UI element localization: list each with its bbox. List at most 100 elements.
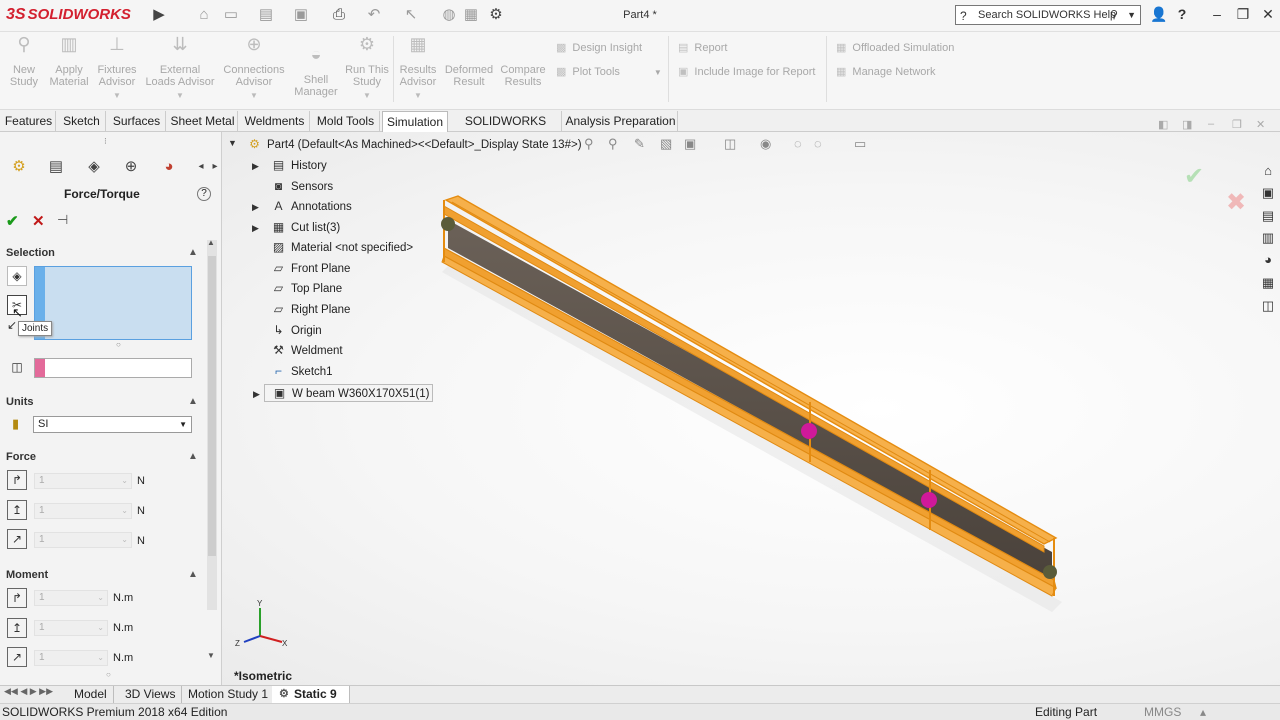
tab-static-9[interactable]: ⚙ Static 9 [272, 686, 350, 703]
tree-item-top-plane[interactable]: ▱ Top Plane [270, 280, 342, 298]
new-study-button[interactable]: ⚲ New Study [4, 35, 44, 88]
collapse-chevron-icon[interactable]: ▲ [188, 569, 198, 580]
deformed-result-button[interactable]: Deformed Result [442, 48, 496, 88]
confirm-cancel-icon[interactable]: ✖ [1226, 188, 1246, 217]
viewport-close-icon[interactable]: ✕ [1256, 118, 1265, 131]
tab-analysis-preparation[interactable]: Analysis Preparation [564, 111, 678, 131]
dropdown-arrow-icon[interactable]: ▼ [396, 90, 440, 102]
status-units[interactable]: MMGS [1144, 704, 1181, 720]
tree-item-material[interactable]: ▨ Material <not specified> [270, 239, 413, 257]
force-y-input[interactable]: 1 ⌄ [34, 503, 132, 519]
tab-sketch[interactable]: Sketch [58, 111, 106, 131]
search-dropdown-icon[interactable]: ▼ [1127, 6, 1136, 24]
graphics-area[interactable]: ⚲ ⚲ ✎ ▧ ▣ ◫ ◉ ◌ ◌ ▭ ◧ ◨ – ❐ ✕ ✔ ✖ ▼ ⚙ Par… [222, 118, 1280, 685]
moment-x-icon[interactable]: ↱ [7, 588, 27, 608]
moment-y-icon[interactable]: ↥ [7, 618, 27, 638]
scroll-thumb[interactable] [208, 256, 216, 556]
tab-model[interactable]: Model [68, 686, 114, 703]
joint-marker[interactable] [1043, 565, 1057, 579]
save-icon[interactable]: ▣ [292, 6, 310, 24]
tree-root-part[interactable]: ⚙ Part4 (Default<As Machined><<Default>_D… [246, 136, 581, 154]
direction-reference-field[interactable] [34, 358, 192, 378]
scroll-up-icon[interactable]: ▲ [207, 238, 215, 247]
expand-icon[interactable]: ▶ [252, 198, 259, 216]
options-gear-icon[interactable]: ⚙ [487, 6, 505, 24]
tab-nav-icons[interactable]: ◀◀ ◀ ▶ ▶▶ [4, 686, 53, 697]
restore-button[interactable]: ❐ [1233, 6, 1253, 23]
selection-list-box[interactable] [34, 266, 192, 340]
display-style-icon[interactable]: ◫ [724, 136, 736, 152]
apply-material-button[interactable]: ▥ Apply Material [46, 35, 92, 88]
dropdown-arrow-icon[interactable]: ▼ [654, 68, 662, 77]
dropdown-arrow-icon[interactable]: ▼ [222, 90, 286, 102]
report-button[interactable]: ▤ Report [678, 41, 727, 54]
tab-weldments[interactable]: Weldments [240, 111, 310, 131]
select-icon[interactable]: ↖ [402, 6, 420, 24]
new-document-icon[interactable]: ▭ [222, 6, 240, 24]
tree-item-sketch1[interactable]: ⌐ Sketch1 [270, 363, 333, 381]
feature-manager-tab-icon[interactable]: ⚙ [8, 156, 30, 178]
chevron-down-icon[interactable]: ⌄ [97, 651, 104, 665]
pushpin-icon[interactable]: ⊣ [57, 212, 68, 228]
tab-simulation[interactable]: Simulation [382, 111, 448, 132]
resize-handle[interactable]: ○ [106, 670, 111, 679]
tab-scroll-right-icon[interactable]: ▸ [204, 156, 226, 178]
section-view-icon[interactable]: ▧ [660, 136, 672, 152]
plot-tools-button[interactable]: ▩ Plot Tools ▼ [556, 65, 662, 78]
print-icon[interactable]: ⎙ [330, 6, 348, 24]
tree-item-annotations[interactable]: ▶ A Annotations [252, 198, 352, 216]
panel-right-icon[interactable]: ◨ [1182, 118, 1192, 131]
force-z-input[interactable]: 1 ⌄ [34, 532, 132, 548]
rebuild-icon[interactable]: ◍ [440, 6, 458, 24]
expand-icon[interactable]: ▶ [252, 219, 259, 237]
tree-item-weldment[interactable]: ⚒ Weldment [270, 342, 342, 360]
dropdown-arrow-icon[interactable]: ▼ [94, 90, 140, 102]
tab-surfaces[interactable]: Surfaces [108, 111, 166, 131]
tab-motion-study-1[interactable]: Motion Study 1 [182, 686, 276, 703]
force-z-icon[interactable]: ↗ [7, 529, 27, 549]
include-image-button[interactable]: ▣ Include Image for Report [678, 65, 815, 78]
tree-item-origin[interactable]: ↳ Origin [270, 322, 321, 340]
shell-manager-button[interactable]: ◒ Shell Manager [292, 45, 340, 98]
selection-faces-icon[interactable]: ◈ [7, 266, 27, 286]
dropdown-arrow-icon[interactable]: ▼ [344, 90, 390, 102]
chevron-down-icon[interactable]: ⌄ [121, 533, 128, 547]
expand-icon[interactable]: ▶ [252, 157, 259, 175]
tab-3d-views[interactable]: 3D Views [119, 686, 183, 703]
tab-features[interactable]: Features [2, 111, 56, 131]
view-orientation-icon[interactable]: ▣ [684, 136, 696, 152]
fixtures-advisor-button[interactable]: ⊥ Fixtures Advisor ▼ [94, 35, 140, 102]
tree-collapse-icon[interactable]: ▼ [228, 138, 237, 148]
open-icon[interactable]: ▤ [257, 6, 275, 24]
collapse-chevron-icon[interactable]: ▲ [188, 247, 198, 258]
dimxpert-tab-icon[interactable]: ⊕ [120, 156, 142, 178]
joint-marker[interactable] [801, 423, 817, 439]
configuration-manager-tab-icon[interactable]: ◈ [83, 156, 105, 178]
appearance-icon[interactable]: ◌ [794, 136, 802, 151]
forum-icon[interactable]: ◫ [1259, 297, 1277, 315]
reference-geometry-icon[interactable]: ◫ [7, 358, 27, 378]
close-button[interactable]: ✕ [1258, 6, 1278, 23]
ok-check-icon[interactable]: ✔ [6, 212, 19, 230]
offloaded-simulation-button[interactable]: ▦ Offloaded Simulation [836, 41, 954, 54]
previous-view-icon[interactable]: ✎ [634, 136, 645, 152]
file-explorer-icon[interactable]: ▥ [1259, 229, 1277, 247]
units-select[interactable]: SI ▼ [33, 416, 192, 433]
tree-item-cut-list[interactable]: ▶ ▦ Cut list(3) [252, 219, 340, 237]
confirm-ok-icon[interactable]: ✔ [1184, 162, 1204, 191]
flyout-arrow-icon[interactable]: ▶ [150, 6, 168, 24]
home-icon[interactable]: ⌂ [195, 6, 213, 24]
collapse-chevron-icon[interactable]: ▲ [188, 396, 198, 407]
help-menu-icon[interactable]: ? [1172, 6, 1192, 22]
display-manager-tab-icon[interactable]: ◕ [158, 156, 180, 178]
expand-icon[interactable]: ▶ [253, 385, 260, 403]
home-task-icon[interactable]: ⌂ [1259, 162, 1277, 180]
external-loads-button[interactable]: ⇊ External Loads Advisor ▼ [144, 35, 216, 102]
search-magnifier-icon[interactable]: ⚲ [1110, 6, 1118, 24]
dropdown-arrow-icon[interactable]: ▼ [144, 90, 216, 102]
tree-item-front-plane[interactable]: ▱ Front Plane [270, 260, 351, 278]
resources-icon[interactable]: ▣ [1259, 184, 1277, 202]
collapse-chevron-icon[interactable]: ▲ [188, 451, 198, 462]
tree-item-sensors[interactable]: ◙ Sensors [270, 178, 333, 196]
design-library-icon[interactable]: ▤ [1259, 207, 1277, 225]
